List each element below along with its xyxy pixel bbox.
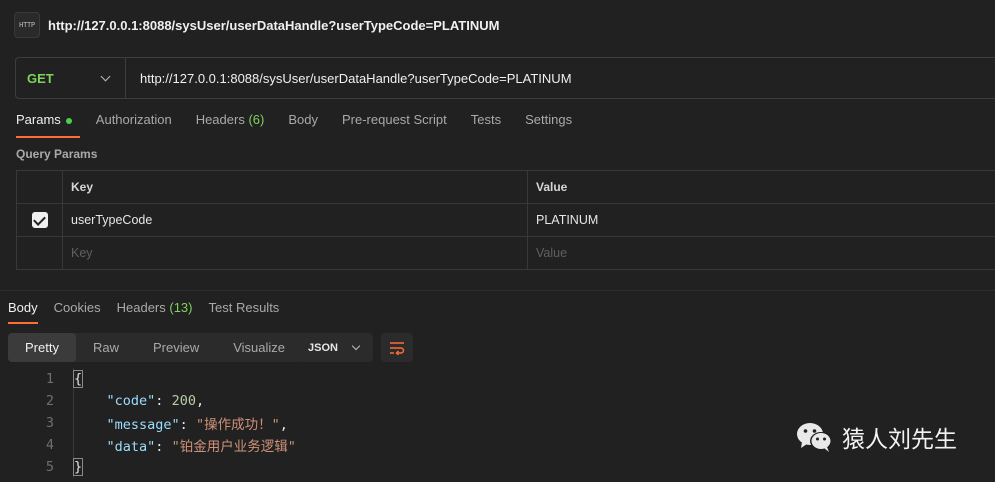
close-brace: } — [72, 458, 84, 476]
empty-check-cell — [17, 237, 63, 269]
open-brace: { — [72, 370, 84, 388]
url-input[interactable]: http://127.0.0.1:8088/sysUser/userDataHa… — [140, 71, 572, 86]
http-icon-label: HTTP — [19, 21, 35, 29]
params-active-dot-icon — [65, 117, 72, 124]
code-line: 5 } — [0, 456, 995, 478]
postman-window: HTTP http://127.0.0.1:8088/sysUser/userD… — [0, 0, 995, 482]
line-number: 1 — [45, 371, 54, 387]
tab-response-headers[interactable]: Headers (13) — [117, 300, 193, 324]
table-row: userTypeCode PLATINUM — [17, 204, 995, 237]
preview-button[interactable]: Preview — [136, 333, 216, 362]
tab-settings[interactable]: Settings — [525, 112, 572, 138]
key-column-header: Key — [63, 171, 528, 203]
wrap-lines-icon — [390, 341, 405, 355]
method-label: GET — [27, 70, 54, 86]
tab-body[interactable]: Body — [288, 112, 318, 138]
method-select[interactable]: GET — [16, 58, 126, 98]
format-select[interactable]: JSON — [297, 333, 373, 362]
param-value-field[interactable]: PLATINUM — [528, 204, 995, 236]
tab-cookies[interactable]: Cookies — [54, 300, 101, 324]
request-title[interactable]: http://127.0.0.1:8088/sysUser/userDataHa… — [48, 18, 499, 33]
query-params-label: Query Params — [16, 147, 98, 161]
pane-divider[interactable] — [0, 290, 995, 291]
tab-params[interactable]: Params — [16, 112, 80, 138]
param-enabled-checkbox[interactable] — [31, 212, 48, 228]
line-number: 5 — [45, 459, 54, 475]
format-label: JSON — [308, 341, 338, 354]
watermark-text: 猿人刘先生 — [842, 427, 957, 453]
tab-test-results[interactable]: Test Results — [209, 300, 280, 324]
request-title-row: HTTP http://127.0.0.1:8088/sysUser/userD… — [14, 12, 499, 38]
pretty-button[interactable]: Pretty — [8, 333, 76, 362]
line-number: 3 — [45, 415, 54, 431]
param-key-field[interactable]: userTypeCode — [63, 204, 528, 236]
visualize-button[interactable]: Visualize — [216, 333, 302, 362]
table-header-row: Key Value — [17, 171, 995, 204]
json-key-code: "code" — [106, 393, 156, 409]
row-check-cell — [17, 204, 63, 236]
tab-headers-label: Headers — [195, 112, 245, 127]
line-number: 2 — [45, 393, 54, 409]
query-params-table: Key Value userTypeCode PLATINUM Key Valu… — [16, 170, 995, 270]
json-value-code: 200 — [171, 393, 196, 409]
json-key-data: "data" — [106, 439, 156, 455]
view-mode-group: Pretty Raw Preview Visualize — [8, 333, 303, 362]
json-value-message: "操作成功！" — [195, 417, 280, 433]
tab-pre-request-script[interactable]: Pre-request Script — [342, 112, 447, 138]
value-column-header: Value — [528, 171, 995, 203]
tab-tests[interactable]: Tests — [471, 112, 501, 138]
header-check-cell — [17, 171, 63, 203]
raw-button[interactable]: Raw — [76, 333, 136, 362]
headers-count: (6) — [248, 112, 265, 127]
watermark: 猿人刘先生 — [796, 420, 957, 454]
http-request-icon: HTTP — [14, 12, 40, 38]
new-key-input[interactable]: Key — [63, 237, 528, 269]
wrap-lines-button[interactable] — [381, 333, 413, 362]
tab-response-headers-label: Headers — [116, 300, 166, 315]
tab-params-label: Params — [16, 112, 61, 127]
table-row-empty: Key Value — [17, 237, 995, 270]
response-headers-count: (13) — [169, 300, 193, 315]
chevron-down-icon — [100, 71, 111, 81]
chevron-down-icon — [351, 341, 361, 350]
new-value-input[interactable]: Value — [528, 237, 995, 269]
request-tabs: Params Authorization Headers (6) Body Pr… — [16, 112, 596, 138]
response-tabs: Body Cookies Headers (13) Test Results — [8, 300, 295, 324]
tab-response-body[interactable]: Body — [8, 300, 38, 324]
line-number: 4 — [45, 437, 54, 453]
tab-headers[interactable]: Headers (6) — [196, 112, 265, 138]
tab-authorization[interactable]: Authorization — [96, 112, 172, 138]
code-line: 1 { — [0, 368, 995, 390]
json-key-message: "message" — [106, 417, 180, 433]
json-value-data: "铂金用户业务逻辑" — [171, 439, 296, 455]
code-line: 2 "code": 200, — [0, 390, 995, 412]
wechat-icon — [797, 423, 832, 452]
url-bar: GET http://127.0.0.1:8088/sysUser/userDa… — [15, 57, 995, 99]
